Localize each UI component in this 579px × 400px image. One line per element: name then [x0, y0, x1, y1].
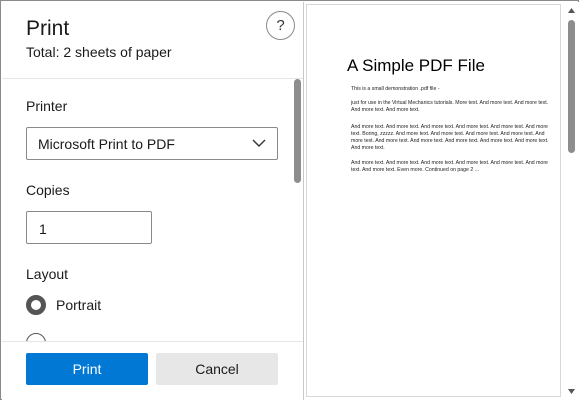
sheet-count: Total: 2 sheets of paper	[26, 44, 172, 60]
layout-label: Layout	[26, 266, 69, 282]
portrait-radio-label: Portrait	[56, 297, 102, 313]
preview-paragraph: just for use in the Virtual Mechanics tu…	[351, 100, 549, 113]
preview-paragraph: And more text. And more text. And more t…	[351, 160, 548, 173]
copies-label: Copies	[26, 182, 70, 198]
printer-select-value: Microsoft Print to PDF	[38, 136, 175, 152]
help-icon: ?	[276, 17, 285, 34]
preview-paragraph: And more text. And more text. And more t…	[351, 124, 549, 151]
preview-paragraph: This is a small demonstration .pdf file …	[351, 86, 440, 92]
print-dialog: Print Total: 2 sheets of paper ? Printer…	[0, 0, 579, 400]
scroll-up-arrow-icon[interactable]	[567, 7, 576, 14]
portrait-radio[interactable]	[26, 295, 46, 315]
help-button[interactable]: ?	[266, 11, 295, 40]
settings-scrollbar[interactable]	[294, 79, 301, 183]
dialog-header: Print Total: 2 sheets of paper ?	[2, 2, 303, 79]
copies-input-value: 1	[39, 221, 47, 237]
scroll-down-arrow-icon[interactable]	[567, 388, 576, 395]
preview-panel: A Simple PDF File This is a small demons…	[304, 2, 579, 400]
cancel-button[interactable]: Cancel	[156, 353, 278, 385]
preview-page: A Simple PDF File This is a small demons…	[306, 4, 561, 397]
preview-scrollbar[interactable]	[566, 4, 577, 398]
copies-input[interactable]: 1	[26, 211, 152, 244]
chevron-down-icon	[252, 139, 266, 147]
printer-select[interactable]: Microsoft Print to PDF	[26, 127, 278, 160]
dialog-footer: Print Cancel	[2, 341, 303, 400]
preview-scrollbar-thumb[interactable]	[568, 20, 575, 153]
settings-panel: Print Total: 2 sheets of paper ? Printer…	[2, 2, 303, 400]
dialog-title: Print	[26, 17, 70, 40]
print-button[interactable]: Print	[26, 353, 148, 385]
printer-label: Printer	[26, 98, 68, 114]
preview-doc-title: A Simple PDF File	[347, 56, 485, 75]
